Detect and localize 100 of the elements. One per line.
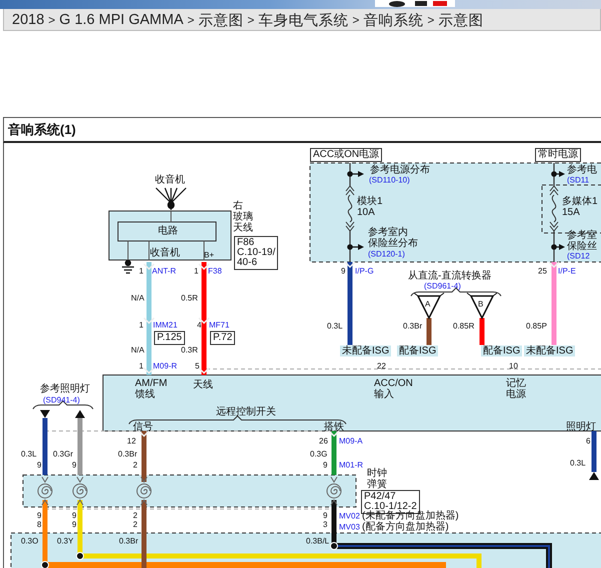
antenna-icon bbox=[155, 187, 187, 211]
diagram-label: 收音机 bbox=[150, 248, 180, 258]
breadcrumb-separator: > bbox=[352, 13, 360, 27]
wire-label: B+ bbox=[204, 250, 214, 260]
breadcrumb-link[interactable]: 示意图 bbox=[198, 10, 244, 30]
wire-label: 1 bbox=[139, 266, 144, 276]
breadcrumb-link[interactable]: 车身电气系统 bbox=[258, 10, 348, 30]
wire-label: 0.3B/L bbox=[306, 536, 330, 546]
connector-icon bbox=[548, 261, 560, 268]
reference-code: ANT-R bbox=[152, 266, 176, 276]
diagram-label: (配备方向盘加热器) bbox=[362, 522, 449, 532]
ground-icon bbox=[121, 260, 135, 274]
diagram-label: 参考室内 保险丝分布 bbox=[368, 227, 418, 249]
fuse-icon bbox=[346, 185, 354, 232]
wire-label: A bbox=[425, 300, 430, 308]
diagram-label: 照明灯 bbox=[566, 422, 596, 432]
breadcrumb-link[interactable]: 2018 bbox=[12, 12, 44, 28]
wire-label: 12 bbox=[127, 436, 136, 446]
clock-spring-icon bbox=[72, 476, 88, 506]
wire-label: 0.3Br bbox=[403, 322, 422, 330]
reference-box: P.72 bbox=[210, 331, 236, 345]
wire-label: 9 8 bbox=[37, 511, 42, 529]
wire-label: 26 bbox=[319, 436, 328, 446]
reference-code: (SD961-4) bbox=[424, 282, 461, 290]
connector-icon bbox=[344, 261, 356, 268]
reference-box: ACC或ON电源 bbox=[310, 148, 382, 162]
diagram-label: 参考电源分布 bbox=[370, 164, 430, 176]
breadcrumb-link[interactable]: 音响系统 bbox=[363, 10, 424, 30]
arrow-up-icon bbox=[75, 410, 85, 418]
reference-code: M01-R bbox=[339, 460, 364, 470]
terminal-triangle-icon bbox=[414, 292, 444, 320]
wire bbox=[553, 163, 555, 186]
wire-label: 0.3Y bbox=[57, 536, 74, 546]
option-tag: 未配备ISG bbox=[524, 346, 576, 356]
reference-code: (SD941-4) bbox=[43, 396, 80, 404]
junction-arrow-icon bbox=[551, 244, 565, 250]
wire-label: 0.3L bbox=[570, 458, 586, 468]
breadcrumb-link[interactable]: G 1.6 MPI GAMMA bbox=[59, 12, 184, 28]
wire-label: 2 2 bbox=[133, 511, 138, 529]
wire bbox=[78, 418, 82, 475]
wire-label: 5 bbox=[195, 362, 200, 370]
diagram-label: 右 玻璃 天线 bbox=[233, 200, 253, 234]
reference-code: MF71 bbox=[209, 320, 230, 330]
wire-label: 9 bbox=[37, 460, 42, 470]
wire-label: 9 bbox=[323, 460, 328, 470]
wire-label: 0.3O bbox=[21, 536, 38, 546]
wire-label: 25 bbox=[538, 266, 547, 276]
wire-label: 9 bbox=[72, 460, 76, 470]
junction-dot bbox=[76, 552, 84, 560]
junction-arrow-icon bbox=[347, 171, 364, 177]
wire bbox=[480, 318, 484, 345]
diagram-label: 收音机 bbox=[155, 174, 185, 186]
diagram-label: 从直流-直流转换器 bbox=[408, 270, 492, 282]
connector-icon bbox=[198, 263, 210, 270]
section-title: 音响系统(1) bbox=[8, 120, 76, 138]
reference-code: (SD11 bbox=[567, 176, 590, 184]
wire bbox=[332, 431, 336, 475]
logo-icon bbox=[375, 0, 455, 7]
diagram-label: 搭铁 bbox=[324, 422, 344, 432]
wire-label: 0.3G bbox=[310, 450, 328, 458]
breadcrumb-separator: > bbox=[247, 13, 254, 27]
diagram-label: 参考照明灯 bbox=[40, 384, 90, 394]
wire bbox=[349, 163, 351, 186]
reference-code: MV03 bbox=[339, 522, 360, 532]
wire-label: 9 3 bbox=[323, 511, 328, 529]
diagram-label: AM/FM 馈线 bbox=[135, 378, 168, 400]
wire-label: 0.3Br bbox=[118, 450, 138, 458]
breadcrumb-separator: > bbox=[187, 13, 194, 27]
clock-spring-icon bbox=[38, 476, 52, 506]
clock-spring-icon bbox=[326, 476, 342, 506]
reference-code: (SD110-10) bbox=[369, 176, 410, 184]
wire-label: 0.3R bbox=[181, 346, 198, 354]
wire-label: N/A bbox=[131, 294, 144, 302]
wire-label: 0.5R bbox=[181, 294, 198, 302]
wire-label: 1 bbox=[139, 320, 144, 330]
wire-label: 6 bbox=[586, 436, 590, 446]
wire-label: 2 bbox=[133, 460, 138, 470]
diagram-label: 参考电 bbox=[567, 164, 597, 176]
wire-label: 0.3L bbox=[327, 322, 343, 330]
diagram-label: 信号 bbox=[133, 422, 153, 432]
option-tag: 未配备ISG bbox=[340, 346, 392, 356]
diagram-label: 记忆 电源 bbox=[506, 378, 526, 400]
clock-spring-icon bbox=[136, 476, 152, 506]
diagram-label: ACC/ON 输入 bbox=[374, 378, 413, 400]
reference-code: (SD12 bbox=[567, 252, 590, 260]
breadcrumb-link[interactable]: 示意图 bbox=[438, 10, 484, 30]
connector-icon bbox=[138, 430, 150, 438]
reference-code: MV02 bbox=[339, 512, 360, 520]
wire-label: N/A bbox=[131, 346, 144, 354]
wire-label: 0.3Gr bbox=[53, 450, 74, 458]
wire bbox=[426, 318, 432, 345]
connector-icon bbox=[198, 367, 210, 374]
connector-icon bbox=[143, 367, 155, 374]
wire-label: 1 bbox=[194, 266, 198, 276]
diagram-label: 远程控制开关 bbox=[216, 406, 276, 418]
diagram-label: 天线 bbox=[193, 380, 213, 390]
connector-icon bbox=[328, 430, 340, 438]
wire bbox=[592, 431, 596, 472]
junction-arrow-icon bbox=[347, 244, 364, 250]
reference-code: I/P-E bbox=[558, 266, 576, 276]
